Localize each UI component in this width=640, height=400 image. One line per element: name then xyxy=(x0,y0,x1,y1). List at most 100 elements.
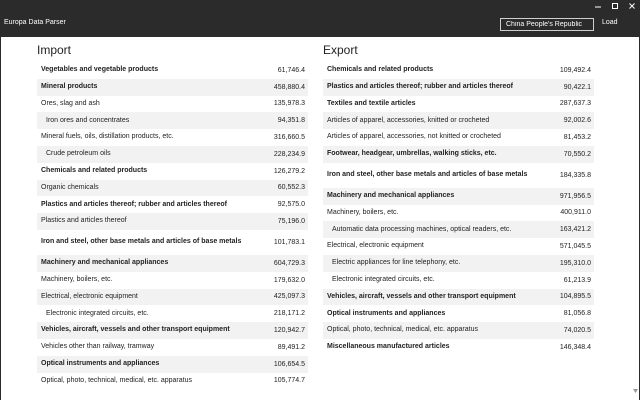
import-row-value: 94,351.8 xyxy=(277,117,305,125)
import-row-value: 218,171.2 xyxy=(273,310,305,318)
import-row-label: Electrical, electronic equipment xyxy=(41,292,138,300)
export-row-value: 92,002.6 xyxy=(563,117,591,125)
close-icon xyxy=(628,3,635,9)
export-row-label: Optical, photo, technical, medical, etc.… xyxy=(327,326,478,334)
import-row-label: Plastics and articles thereof xyxy=(41,217,127,225)
import-row-value: 106,654.5 xyxy=(273,360,305,368)
export-row: Articles of apparel, accessories, knitte… xyxy=(323,112,594,130)
import-row-label: Mineral fuels, oils, distillation produc… xyxy=(41,133,174,141)
import-row-label: Iron and steel, other base metals and ar… xyxy=(41,238,242,246)
maximize-button[interactable] xyxy=(606,0,623,12)
import-row-value: 75,196.0 xyxy=(277,218,305,226)
export-title: Export xyxy=(323,43,358,57)
title-bar: Europa Data Parser Load xyxy=(0,0,640,37)
export-row-label: Electronic integrated circuits, etc. xyxy=(332,275,435,283)
export-row-label: Articles of apparel, accessories, knitte… xyxy=(327,116,490,124)
export-row-label: Optical instruments and appliances xyxy=(327,309,446,317)
import-row: Ores, slag and ash 135,978.3 xyxy=(37,96,308,113)
import-row-label: Electronic integrated circuits, etc. xyxy=(46,309,149,317)
import-row-label: Optical instruments and appliances xyxy=(41,359,160,367)
export-row-label: Miscellaneous manufactured articles xyxy=(327,343,450,351)
export-row: Electrical, electronic equipment 571,045.… xyxy=(323,238,594,255)
export-row: Automatic data processing machines, opti… xyxy=(323,221,594,239)
import-row-label: Chemicals and related products xyxy=(41,166,148,174)
import-row: Mineral products 458,880.4 xyxy=(37,78,308,96)
import-row: Mineral fuels, oils, distillation produc… xyxy=(37,129,308,146)
import-row-value: 458,880.4 xyxy=(273,83,305,91)
export-row-value: 195,310.0 xyxy=(559,259,591,267)
import-row-value: 60,552.3 xyxy=(277,184,305,192)
import-row: Chemicals and related products 126,279.2 xyxy=(37,163,308,180)
window-controls xyxy=(589,0,640,12)
import-row-value: 126,279.2 xyxy=(273,167,305,175)
export-row-value: 61,213.9 xyxy=(563,276,591,284)
import-row-label: Iron ores and concentrates xyxy=(46,116,130,124)
scroll-down-icon[interactable] xyxy=(633,386,638,396)
import-row-label: Machinery, boilers, etc. xyxy=(41,275,113,283)
minimize-button[interactable] xyxy=(589,0,606,12)
import-row: Plastics and articles thereof; rubber an… xyxy=(37,196,308,213)
import-row-label: Crude petroleum oils xyxy=(46,150,111,158)
export-row: Machinery and mechanical appliances 971,9… xyxy=(323,187,594,205)
export-row: Textiles and textile articles 287,637.3 xyxy=(323,96,594,113)
import-row-label: Vegetables and vegetable products xyxy=(41,66,159,74)
load-button[interactable]: Load xyxy=(602,19,618,26)
country-input[interactable] xyxy=(500,18,594,31)
window-border-left xyxy=(0,37,1,400)
export-row-label: Electric appliances for line telephony, … xyxy=(332,259,461,267)
import-row-value: 92,575.0 xyxy=(277,201,305,209)
import-row: Electrical, electronic equipment 425,097.… xyxy=(37,288,308,306)
import-row-value: 61,746.4 xyxy=(277,66,305,74)
export-row-label: Textiles and textile articles xyxy=(327,99,416,107)
maximize-icon xyxy=(611,3,618,9)
export-row-value: 70,550.2 xyxy=(563,150,591,158)
import-row-label: Plastics and articles thereof; rubber an… xyxy=(41,200,227,208)
export-row: Electronic integrated circuits, etc. 61,2… xyxy=(323,272,594,289)
import-table: Vegetables and vegetable products 61,746.… xyxy=(37,62,308,389)
export-row: Machinery, boilers, etc. 400,911.0 xyxy=(323,205,594,222)
export-row-value: 81,056.8 xyxy=(563,310,591,318)
export-row: Footwear, headgear, umbrellas, walking s… xyxy=(323,145,594,163)
import-row: Vehicles, aircraft, vessels and other tr… xyxy=(37,322,308,339)
export-row-label: Vehicles, aircraft, vessels and other tr… xyxy=(327,292,516,300)
import-row-label: Vehicles, aircraft, vessels and other tr… xyxy=(41,326,230,334)
import-row: Machinery, boilers, etc. 179,632.0 xyxy=(37,272,308,289)
import-row-value: 604,729.3 xyxy=(273,259,305,267)
export-row: Chemicals and related products 109,492.4 xyxy=(323,62,594,79)
app-title: Europa Data Parser xyxy=(4,19,66,26)
export-row: Optical instruments and appliances 81,056… xyxy=(323,305,594,322)
export-row: Electric appliances for line telephony, … xyxy=(323,254,594,272)
export-row: Plastics and articles thereof; rubber an… xyxy=(323,78,594,96)
export-row: Iron and steel, other base metals and ar… xyxy=(323,163,594,188)
export-row-label: Machinery and mechanical appliances xyxy=(327,191,455,199)
import-row: Plastics and articles thereof 75,196.0 xyxy=(37,213,308,230)
export-row-value: 400,911.0 xyxy=(560,209,591,217)
export-row-value: 184,335.8 xyxy=(559,171,591,179)
import-row-value: 228,234.9 xyxy=(273,150,305,158)
import-row-value: 120,942.7 xyxy=(273,327,305,335)
import-row-label: Ores, slag and ash xyxy=(41,99,100,107)
export-row-value: 104,895.5 xyxy=(559,293,591,301)
import-row: Electronic integrated circuits, etc. 218,… xyxy=(37,305,308,322)
minimize-icon xyxy=(594,6,601,8)
import-row: Iron ores and concentrates 94,351.8 xyxy=(37,112,308,130)
close-button[interactable] xyxy=(623,0,640,12)
export-row-value: 81,453.2 xyxy=(563,134,591,142)
export-table: Chemicals and related products 109,492.4 P… xyxy=(323,62,594,356)
import-title: Import xyxy=(37,43,72,57)
import-row-value: 179,632.0 xyxy=(273,276,305,284)
export-row-value: 90,422.1 xyxy=(563,83,591,91)
export-row-label: Footwear, headgear, umbrellas, walking s… xyxy=(327,150,497,158)
import-row: Optical instruments and appliances 106,65… xyxy=(37,355,308,373)
import-row-value: 105,774.7 xyxy=(273,377,305,385)
import-row: Crude petroleum oils 228,234.9 xyxy=(37,145,308,163)
import-row: Vegetables and vegetable products 61,746.… xyxy=(37,62,308,79)
import-row: Vehicles other than railway, tramway 89,4… xyxy=(37,339,308,356)
import-row-value: 316,660.5 xyxy=(273,134,305,142)
export-row-value: 146,348.4 xyxy=(559,343,591,351)
export-row: Vehicles, aircraft, vessels and other tr… xyxy=(323,288,594,306)
import-row: Optical, photo, technical, medical, etc.… xyxy=(37,373,308,390)
import-row-value: 425,097.3 xyxy=(273,293,305,301)
export-row-label: Chemicals and related products xyxy=(327,66,434,74)
import-row-label: Machinery and mechanical appliances xyxy=(41,259,169,267)
